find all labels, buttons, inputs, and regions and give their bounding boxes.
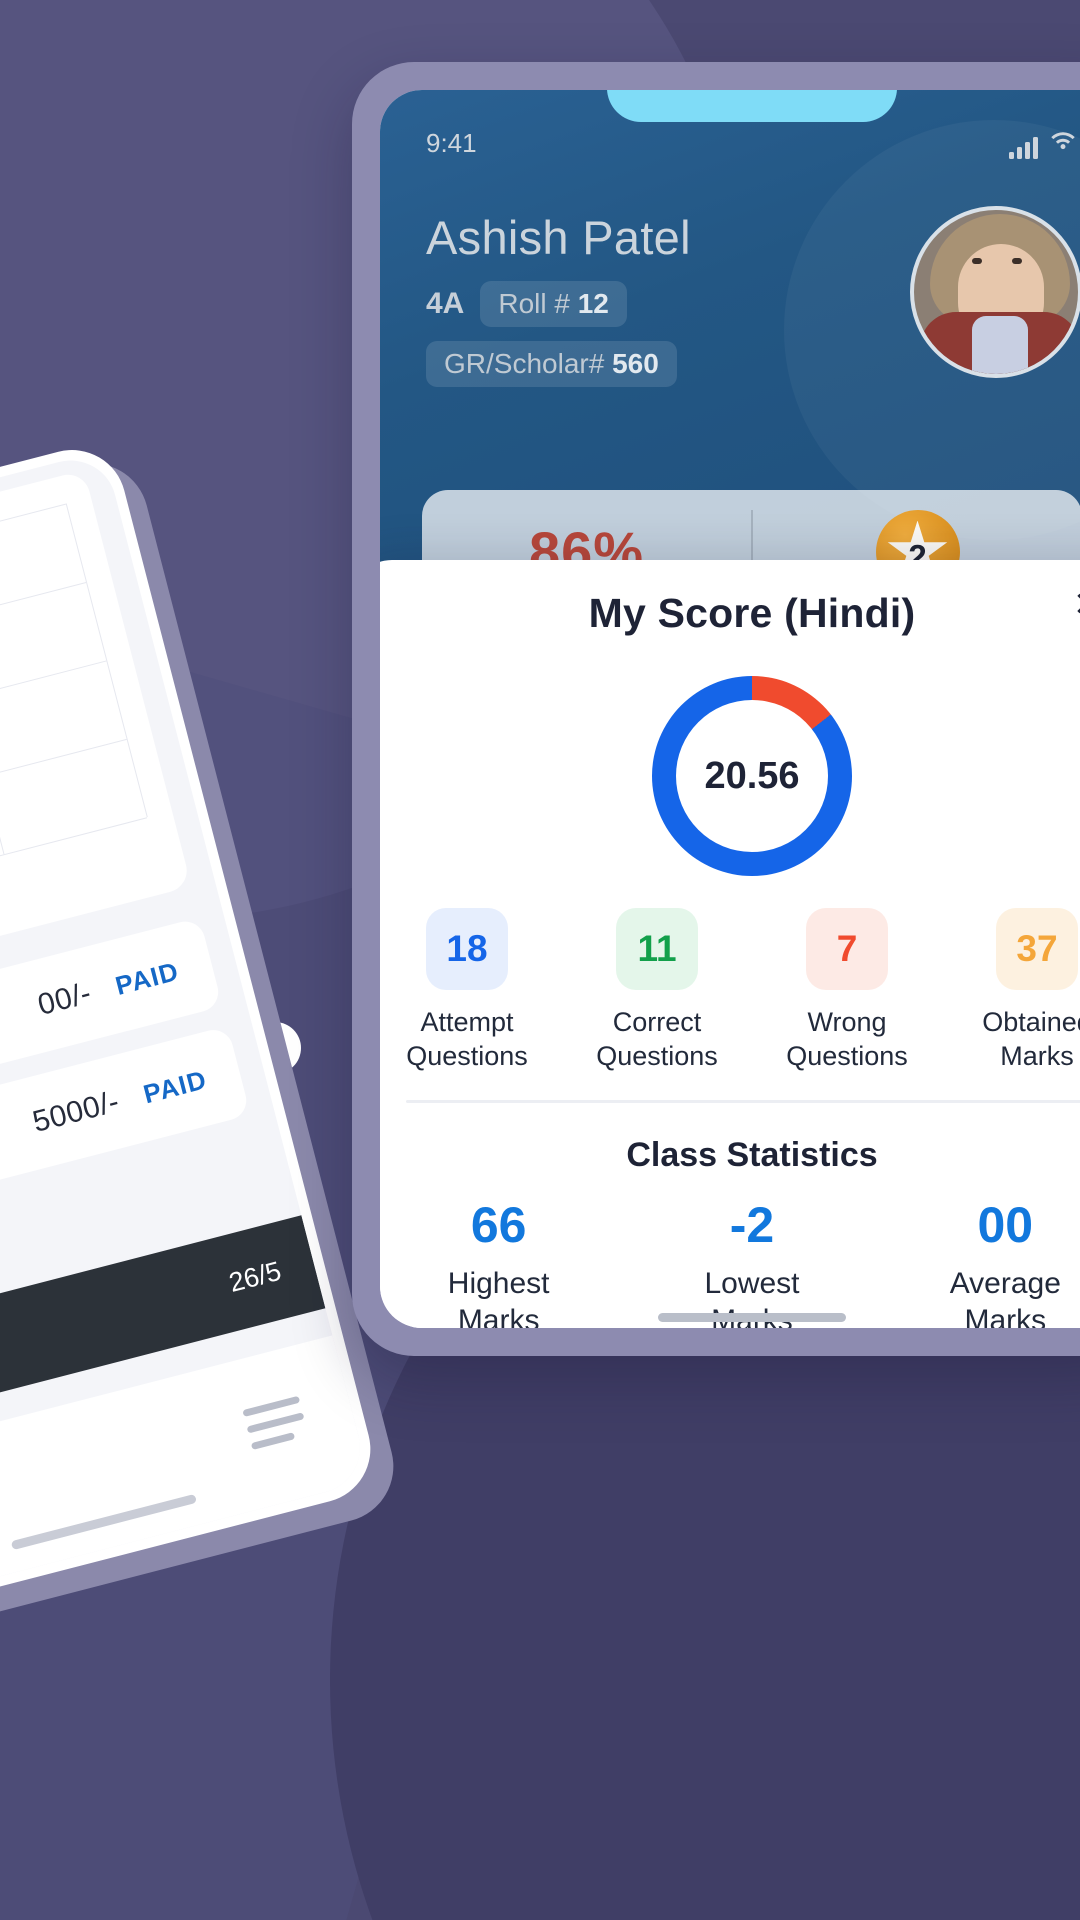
fee-amount: 5000/- (29, 1084, 123, 1139)
stat-value-box: 37 (996, 908, 1078, 990)
screenshot-root: Dec 00/- PAID 5000/- PAID Days Ago 26/5 (0, 0, 1080, 1920)
home-indicator (658, 1313, 846, 1322)
roll-number-chip: Roll # 12 (480, 281, 627, 327)
stat-value: -2 (729, 1197, 775, 1253)
hamburger-icon[interactable] (242, 1395, 311, 1459)
student-profile: Ashish Patel 4A Roll # 12 GR/Scholar# 56… (426, 210, 691, 401)
student-class: 4A (426, 287, 465, 320)
status-bar: 9:41 (380, 120, 1080, 166)
stat-attempt-questions[interactable]: 18 Attempt Questions (380, 908, 562, 1074)
donut-ring: 20.56 (652, 676, 852, 876)
signal-bars-icon (1009, 136, 1038, 159)
sheet-header: My Score (Hindi) (380, 590, 1080, 637)
stat-label: Wrong Questions (786, 1007, 908, 1071)
gr-label: GR/Scholar# (444, 348, 605, 379)
stat-correct-questions[interactable]: 11 Correct Questions (562, 908, 752, 1074)
avatar[interactable] (910, 206, 1080, 378)
score-value: 20.56 (704, 754, 800, 797)
class-statistics-row: 66 Highest Marks -2 Lowest Marks 00 Aver… (380, 1196, 1080, 1328)
chart-grid (0, 503, 148, 928)
stat-label: Average Marks (949, 1267, 1061, 1328)
fee-row[interactable]: 5000/- PAID (0, 1025, 251, 1237)
score-bottom-sheet: My Score (Hindi) × 20.56 18 Attempt Ques… (380, 560, 1080, 1328)
stat-value-box: 18 (426, 908, 508, 990)
donut-center: 20.56 (676, 700, 828, 852)
close-icon[interactable]: × (1074, 582, 1080, 626)
score-donut-chart: 20.56 (652, 676, 852, 876)
fee-status-badge: PAID (140, 1063, 210, 1109)
class-statistics-title: Class Statistics (626, 1136, 878, 1174)
stat-value-box: 7 (806, 908, 888, 990)
status-bar-time: 9:41 (426, 127, 477, 158)
stat-wrong-questions[interactable]: 7 Wrong Questions (752, 908, 942, 1074)
stat-label: Correct Questions (596, 1007, 718, 1071)
stat-value-box: 11 (616, 908, 698, 990)
question-stats-row: 18 Attempt Questions 11 Correct Question… (380, 908, 1080, 1074)
stat-highest-marks: 66 Highest Marks (380, 1196, 625, 1328)
activity-date: 26/5 (225, 1255, 285, 1298)
stat-label: Highest Marks (447, 1267, 550, 1328)
gr-number-chip: GR/Scholar# 560 (426, 341, 677, 387)
roll-label: Roll # (498, 288, 570, 319)
stat-value: 00 (977, 1197, 1034, 1253)
fee-amount: 00/- (34, 976, 95, 1022)
stat-label: Attempt Questions (406, 1007, 528, 1071)
fee-status-badge: PAID (112, 955, 182, 1001)
main-phone-mockup: 9:41 Ashish Patel 4A Roll # 12 GR/Schola… (352, 62, 1080, 1362)
gr-value: 560 (612, 348, 659, 379)
wifi-icon (1048, 128, 1078, 159)
stat-average-marks: 00 Average Marks (879, 1196, 1080, 1328)
student-name: Ashish Patel (426, 211, 691, 264)
stat-obtained-marks[interactable]: 37 Obtained Marks (942, 908, 1080, 1074)
section-divider (406, 1100, 1080, 1103)
phone-notch (607, 90, 897, 122)
stat-label: Obtained Marks (982, 1007, 1080, 1071)
stat-lowest-marks: -2 Lowest Marks (625, 1196, 878, 1328)
phone-screen: 9:41 Ashish Patel 4A Roll # 12 GR/Schola… (380, 90, 1080, 1328)
stat-value: 66 (470, 1197, 527, 1253)
page-title: My Score (Hindi) (588, 590, 916, 636)
roll-value: 12 (577, 288, 609, 319)
